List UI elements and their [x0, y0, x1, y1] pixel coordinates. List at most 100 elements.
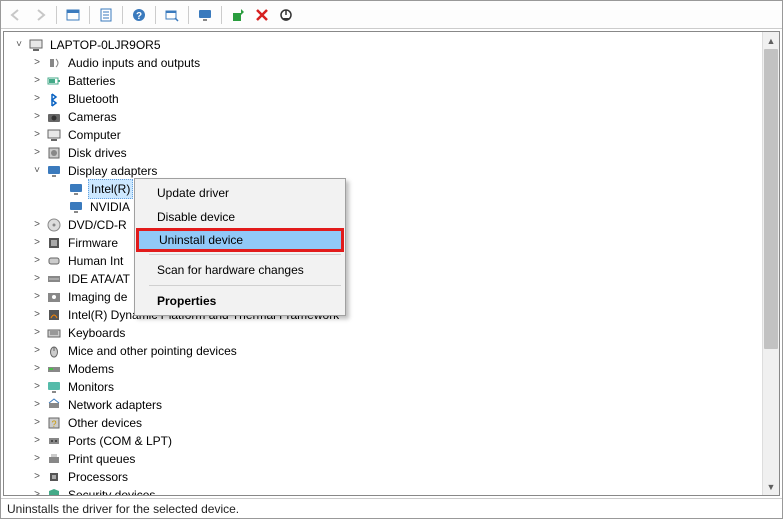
tree-category[interactable]: > Firmware: [6, 234, 779, 252]
tree-category[interactable]: > Network adapters: [6, 396, 779, 414]
menu-scan-hardware[interactable]: Scan for hardware changes: [137, 258, 343, 282]
scroll-thumb[interactable]: [764, 49, 778, 349]
tree-category[interactable]: >Monitors: [6, 378, 779, 396]
scroll-down-button[interactable]: ▼: [763, 478, 779, 495]
back-button[interactable]: [5, 4, 27, 26]
tree-category-label: Human Int: [66, 252, 125, 270]
help-button[interactable]: ?: [128, 4, 150, 26]
chevron-right-icon[interactable]: >: [30, 254, 44, 268]
tree-device-label: NVIDIA: [88, 198, 132, 216]
update-driver-button[interactable]: [227, 4, 249, 26]
chevron-right-icon[interactable]: >: [30, 56, 44, 70]
svg-text:?: ?: [51, 419, 56, 429]
tree-category[interactable]: >DVD/CD-R: [6, 216, 779, 234]
separator: [89, 6, 90, 24]
cpu-icon: [46, 469, 62, 485]
tree-category-label: Network adapters: [66, 396, 164, 414]
chevron-right-icon[interactable]: >: [30, 128, 44, 142]
tree-category[interactable]: > Bluetooth: [6, 90, 779, 108]
tree-device[interactable]: Intel(R): [6, 180, 779, 198]
tree-root-label: LAPTOP-0LJR9OR5: [48, 36, 163, 54]
show-hidden-button[interactable]: [62, 4, 84, 26]
remote-button[interactable]: [194, 4, 216, 26]
tree-category[interactable]: >Modems: [6, 360, 779, 378]
chevron-right-icon[interactable]: >: [30, 308, 44, 322]
chevron-right-icon[interactable]: >: [30, 452, 44, 466]
tree-category[interactable]: >Security devices: [6, 486, 779, 496]
chevron-right-icon[interactable]: >: [30, 74, 44, 88]
chevron-right-icon[interactable]: >: [30, 326, 44, 340]
tree-category-label: Processors: [66, 468, 130, 486]
menu-separator: [149, 254, 341, 255]
menu-update-driver[interactable]: Update driver: [137, 181, 343, 205]
thermal-icon: [46, 307, 62, 323]
chevron-right-icon[interactable]: >: [30, 272, 44, 286]
tree-category[interactable]: >Audio inputs and outputs: [6, 54, 779, 72]
menu-disable-device[interactable]: Disable device: [137, 205, 343, 229]
keyboard-icon: [46, 325, 62, 341]
tree-category[interactable]: > Human Int: [6, 252, 779, 270]
separator: [188, 6, 189, 24]
tree-category[interactable]: > Processors: [6, 468, 779, 486]
chevron-right-icon[interactable]: >: [30, 470, 44, 484]
chevron-down-icon[interactable]: ˅: [30, 164, 44, 178]
scroll-up-button[interactable]: ▲: [763, 32, 779, 49]
firmware-icon: [46, 235, 62, 251]
chevron-down-icon[interactable]: ˅: [12, 38, 26, 52]
chevron-right-icon[interactable]: >: [30, 218, 44, 232]
status-bar: Uninstalls the driver for the selected d…: [1, 498, 782, 518]
separator: [122, 6, 123, 24]
device-tree-panel: ˅ LAPTOP-0LJR9OR5 >Audio inputs and outp…: [3, 31, 780, 496]
tree-device[interactable]: NVIDIA: [6, 198, 779, 216]
status-text: Uninstalls the driver for the selected d…: [7, 502, 239, 516]
tree-category-label: Firmware: [66, 234, 120, 252]
tree-category[interactable]: > Print queues: [6, 450, 779, 468]
forward-button[interactable]: [29, 4, 51, 26]
display-icon: [68, 199, 84, 215]
disable-button[interactable]: [275, 4, 297, 26]
chevron-right-icon[interactable]: >: [30, 434, 44, 448]
chevron-right-icon[interactable]: >: [30, 146, 44, 160]
tree-category[interactable]: > Imaging de: [6, 288, 779, 306]
tree-category[interactable]: ˅Display adapters: [6, 162, 779, 180]
tree-root[interactable]: ˅ LAPTOP-0LJR9OR5: [6, 36, 779, 54]
vertical-scrollbar[interactable]: ▲ ▼: [762, 32, 779, 495]
chevron-right-icon[interactable]: >: [30, 380, 44, 394]
tree-category-label: Imaging de: [66, 288, 129, 306]
tree-category[interactable]: >Mice and other pointing devices: [6, 342, 779, 360]
properties-button[interactable]: [95, 4, 117, 26]
monitor-icon: [46, 379, 62, 395]
chevron-right-icon[interactable]: >: [30, 290, 44, 304]
menu-uninstall-device[interactable]: Uninstall device: [136, 228, 344, 252]
chevron-right-icon[interactable]: >: [30, 110, 44, 124]
tree-category[interactable]: >Cameras: [6, 108, 779, 126]
chevron-right-icon[interactable]: >: [30, 362, 44, 376]
tree-category[interactable]: >Batteries: [6, 72, 779, 90]
tree-category-label: Ports (COM & LPT): [66, 432, 174, 450]
chevron-right-icon[interactable]: >: [30, 398, 44, 412]
tree-category[interactable]: > Ports (COM & LPT): [6, 432, 779, 450]
chevron-right-icon[interactable]: >: [30, 236, 44, 250]
tree-category[interactable]: >Intel(R) Dynamic Platform and Thermal F…: [6, 306, 779, 324]
camera-icon: [46, 109, 62, 125]
tree-category[interactable]: >IDE ATA/AT: [6, 270, 779, 288]
chevron-right-icon[interactable]: >: [30, 488, 44, 496]
tree-category[interactable]: >Computer: [6, 126, 779, 144]
chevron-right-icon[interactable]: >: [30, 344, 44, 358]
scan-button[interactable]: [161, 4, 183, 26]
chevron-right-icon[interactable]: >: [30, 92, 44, 106]
tree-category-label: Bluetooth: [66, 90, 121, 108]
spacer: [52, 200, 66, 214]
uninstall-button[interactable]: [251, 4, 273, 26]
hid-icon: [46, 253, 62, 269]
tree-category[interactable]: >? Other devices: [6, 414, 779, 432]
tree-category-label: Print queues: [66, 450, 137, 468]
tree-category[interactable]: >Disk drives: [6, 144, 779, 162]
separator: [221, 6, 222, 24]
device-tree[interactable]: ˅ LAPTOP-0LJR9OR5 >Audio inputs and outp…: [4, 32, 779, 496]
menu-properties[interactable]: Properties: [137, 289, 343, 313]
tree-category-label: Other devices: [66, 414, 144, 432]
tree-category[interactable]: >Keyboards: [6, 324, 779, 342]
dvd-icon: [46, 217, 62, 233]
chevron-right-icon[interactable]: >: [30, 416, 44, 430]
